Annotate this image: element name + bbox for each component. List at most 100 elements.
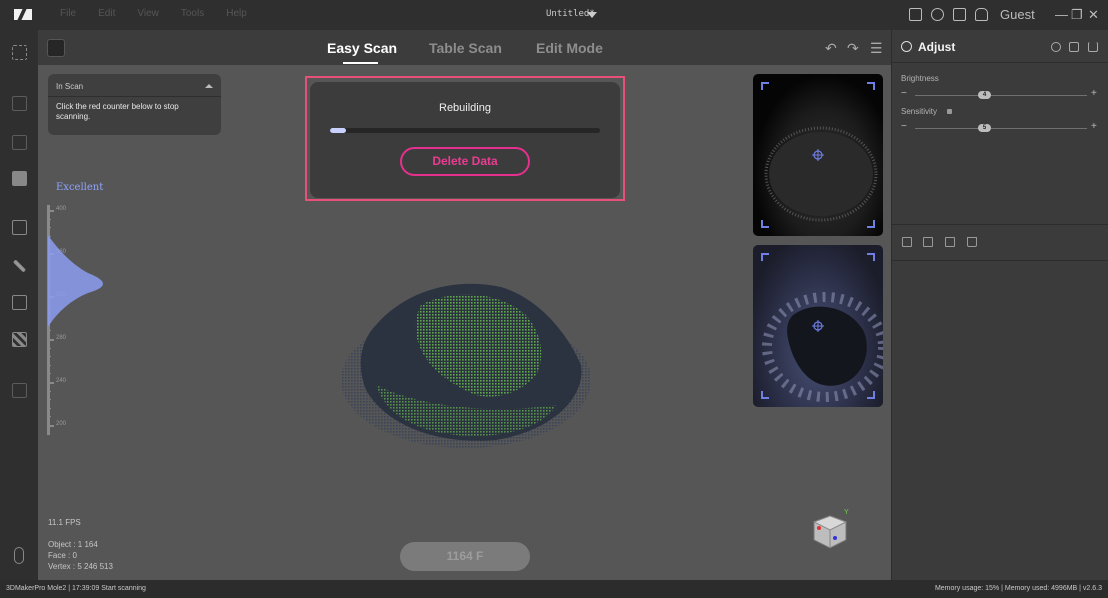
sensitivity-slider[interactable]: 5 [915,124,1087,132]
brightness-increase-button[interactable]: + [1091,88,1097,99]
scan-point-cloud[interactable] [336,275,594,457]
camera-preview-rgb[interactable] [753,245,883,407]
status-memory-text: Memory usage: 15% | Memory used: 4996MB … [934,585,1102,592]
cube-icon[interactable] [1069,42,1079,52]
left-toolbar [0,30,38,580]
dialog-title: Rebuilding [439,102,491,114]
ruler-tick-label: 400 [56,206,67,212]
svg-text:Y: Y [844,509,849,516]
minimize-icon[interactable]: — [1055,8,1068,21]
refresh-icon[interactable] [931,8,944,21]
sensitivity-increase-button[interactable]: + [1091,121,1097,132]
brightness-decrease-button[interactable]: − [901,88,907,99]
sensitivity-decrease-button[interactable]: − [901,121,907,132]
rebuild-progress-bar [330,128,600,133]
lasso-select-icon[interactable] [12,96,27,111]
close-icon[interactable]: ✕ [1088,8,1099,21]
panel-divider [892,224,1108,225]
eye-icon[interactable] [1051,42,1061,52]
brush-icon[interactable] [12,259,27,273]
panel-divider [892,260,1108,261]
object-count: Object : 1 164 [48,540,98,549]
tab-edit-mode[interactable]: Edit Mode [536,40,603,56]
copy-layers-icon[interactable] [12,220,27,235]
checker-texture-icon[interactable] [12,332,27,347]
ruler-minor-tick [47,416,51,418]
frame-corner [761,82,769,90]
share-icon[interactable] [953,8,966,21]
frame-corner [867,391,875,399]
select-box-icon[interactable] [12,45,27,60]
sensitivity-label: Sensitivity [901,107,938,116]
sensitivity-slider-thumb[interactable]: 5 [978,124,991,132]
menu-item[interactable]: Tools [181,8,204,19]
menu-bar: File Edit View Tools Help [60,8,247,19]
frame-corner [761,220,769,228]
mouse-icon[interactable] [14,547,24,564]
ruler-major-tick [47,382,54,384]
trash-icon[interactable] [12,171,27,186]
scan-status-header[interactable]: In Scan [48,74,221,97]
depth-preview-image [764,126,878,222]
duplicate-icon[interactable] [945,237,955,247]
status-left-text: 3DMakerPro Mole2 | 17:39:09 Start scanni… [6,585,146,592]
app-window: File Edit View Tools Help Untitled* Gues… [0,0,1108,598]
status-bar: 3DMakerPro Mole2 | 17:39:09 Start scanni… [0,580,1108,598]
ruler-minor-tick [47,407,51,409]
sun-icon [901,41,912,52]
info-icon[interactable] [947,109,952,114]
import-icon[interactable] [902,237,912,247]
frame-corner [867,220,875,228]
scan-status-message: Click the red counter below to stop scan… [56,102,179,121]
tab-table-scan[interactable]: Table Scan [429,40,502,56]
rgb-preview-image [762,292,883,402]
app-logo-icon [14,9,32,20]
brightness-slider[interactable]: 4 [915,91,1087,99]
delete-icon[interactable] [967,237,977,247]
scan-viewport[interactable]: Easy Scan Table Scan Edit Mode ↶ ↷ ☰ In … [38,30,891,580]
ruler-tick-label: 240 [56,378,67,384]
ruler-major-tick [47,339,54,341]
ruler-minor-tick [47,356,51,358]
frame-corner [867,82,875,90]
redo-icon[interactable]: ↷ [847,40,859,57]
tab-easy-scan[interactable]: Easy Scan [327,40,397,56]
ruler-major-tick [47,425,54,427]
menu-item[interactable]: Help [226,8,247,19]
quality-label: Excellent [56,182,104,193]
ruler-major-tick [47,210,54,212]
ruler-minor-tick [47,330,51,332]
frame-counter-button[interactable]: 1164 F [400,542,530,571]
fps-readout: 11.1 FPS [48,518,81,527]
ruler-minor-tick [47,218,51,220]
hamburger-menu-icon[interactable]: ☰ [870,40,883,57]
brightness-label: Brightness [901,74,939,83]
scan-settings-icon[interactable] [47,39,65,57]
layers-icon[interactable] [12,383,27,398]
pointer-select-icon[interactable] [12,135,27,150]
adjust-title: Adjust [918,40,956,54]
delete-data-button[interactable]: Delete Data [400,147,530,176]
book-icon[interactable] [909,8,922,21]
menu-item[interactable]: View [137,8,159,19]
collapse-caret-icon[interactable] [205,84,213,88]
square-frame-icon[interactable] [12,295,27,310]
maximize-icon[interactable]: ❐ [1071,8,1083,21]
menu-item[interactable]: Edit [98,8,115,19]
camera-preview-depth[interactable] [753,74,883,236]
ruler-tick-label: 200 [56,421,67,427]
export-icon[interactable] [923,237,933,247]
axis-orientation-cube-icon[interactable]: Y [808,508,852,552]
scan-status-title: In Scan [56,82,84,91]
pin-icon[interactable] [1088,42,1098,52]
bell-icon[interactable] [975,8,988,21]
scan-status-panel: In Scan Click the red counter below to s… [48,74,221,135]
menu-item[interactable]: File [60,8,76,19]
undo-icon[interactable]: ↶ [825,40,837,57]
adjust-panel: Adjust Brightness − 4 + Sensitivity − 5 … [891,30,1108,580]
document-dropdown-icon[interactable] [587,12,597,18]
quality-distribution-curve [48,235,103,327]
ruler-minor-tick [47,347,51,349]
user-name[interactable]: Guest [1000,7,1035,22]
brightness-slider-thumb[interactable]: 4 [978,91,991,99]
